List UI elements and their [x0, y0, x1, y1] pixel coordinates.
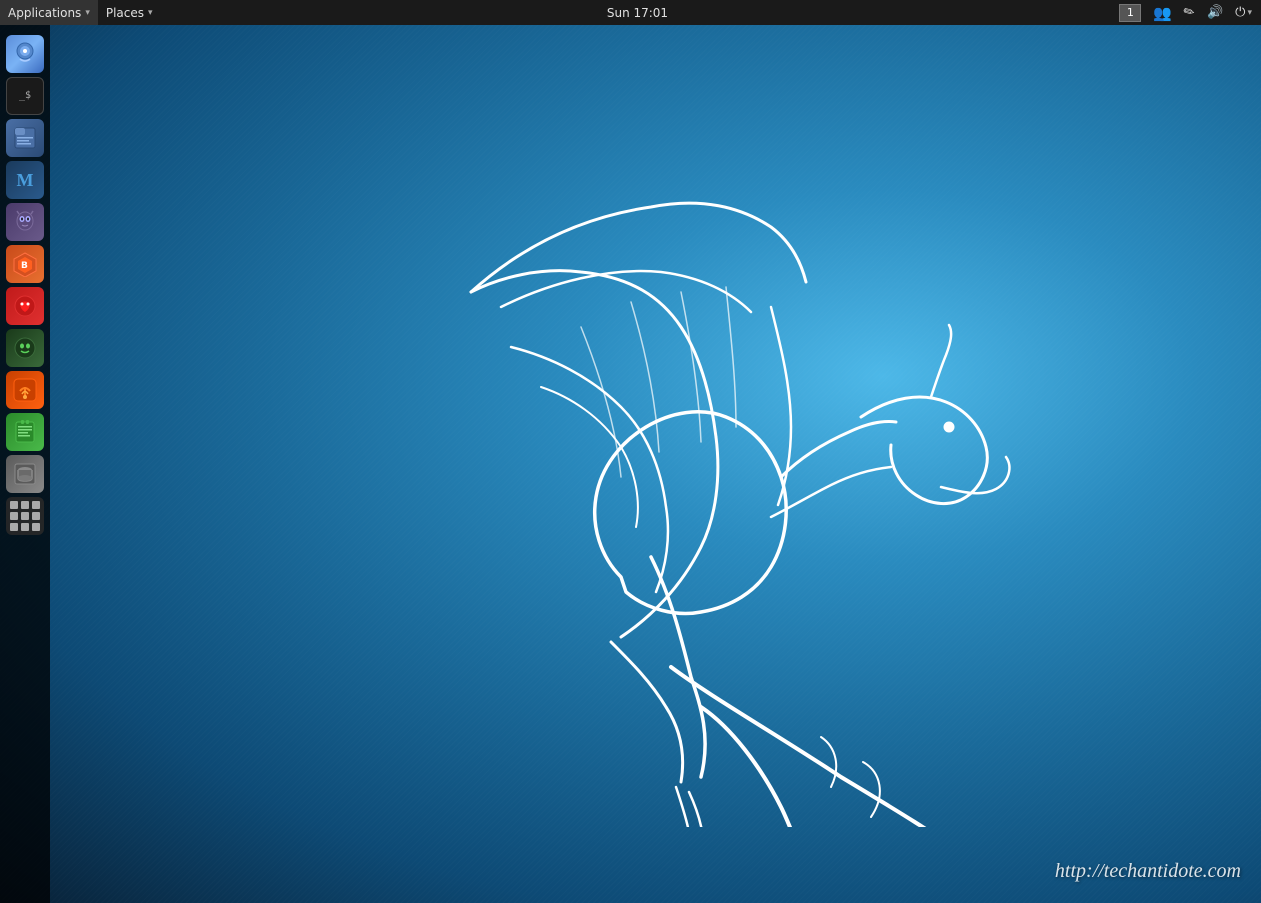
svg-text:B: B: [21, 261, 28, 271]
maltego-letter: M: [17, 170, 34, 191]
terminal-icon[interactable]: _$: [6, 77, 44, 115]
kali-dragon-svg: [281, 127, 1031, 827]
places-arrow: ▾: [148, 8, 153, 18]
beef-icon[interactable]: [6, 287, 44, 325]
gimp-icon[interactable]: [6, 35, 44, 73]
maltego2-icon[interactable]: [6, 329, 44, 367]
workspace-number: 1: [1127, 6, 1134, 19]
applications-menu[interactable]: Applications ▾: [0, 0, 98, 25]
terminal-icon-text: _$: [16, 87, 34, 105]
datetime-display: Sun 17:01: [607, 6, 668, 20]
workspace-1-button[interactable]: 1: [1119, 4, 1141, 22]
applications-arrow: ▾: [85, 8, 90, 18]
places-label: Places: [106, 6, 144, 20]
watermark: http://techantidote.com: [1055, 860, 1241, 883]
taskbar-left: Applications ▾ Places ▾: [0, 0, 161, 25]
taskbar-center: Sun 17:01: [161, 6, 1115, 20]
places-menu[interactable]: Places ▾: [98, 0, 161, 25]
people-icon: 👥: [1153, 4, 1172, 22]
taskbar-right: 1 👥 ✎ 🔊 ⏻ ▾: [1114, 0, 1261, 25]
power-menu-btn[interactable]: ⏻ ▾: [1230, 0, 1257, 25]
sound-icon: 🔊: [1207, 5, 1223, 20]
people-icon-btn[interactable]: 👥: [1148, 0, 1177, 25]
applications-label: Applications: [8, 6, 81, 20]
files-icon[interactable]: [6, 119, 44, 157]
watermark-url: http://techantidote.com: [1055, 860, 1241, 882]
pen-icon: ✎: [1181, 3, 1198, 21]
msf-icon[interactable]: [6, 203, 44, 241]
maltego-icon[interactable]: M: [6, 161, 44, 199]
memo-icon[interactable]: [6, 413, 44, 451]
grid-dots: [10, 501, 40, 531]
taskbar: Applications ▾ Places ▾ Sun 17:01 1 👥 ✎ …: [0, 0, 1261, 25]
fern-icon[interactable]: [6, 371, 44, 409]
sidebar-dock: _$ M B: [0, 25, 50, 903]
workspace-switcher[interactable]: 1: [1114, 0, 1146, 25]
input-icon-btn[interactable]: ✎: [1179, 0, 1200, 25]
desktop: [0, 25, 1261, 903]
sound-icon-btn[interactable]: 🔊: [1202, 0, 1228, 25]
power-icon: ⏻: [1235, 5, 1245, 20]
sqldumper-icon[interactable]: [6, 455, 44, 493]
power-arrow: ▾: [1247, 8, 1252, 18]
dragon-logo: [50, 50, 1261, 903]
show-applications-icon[interactable]: [6, 497, 44, 535]
burp-icon[interactable]: B: [6, 245, 44, 283]
